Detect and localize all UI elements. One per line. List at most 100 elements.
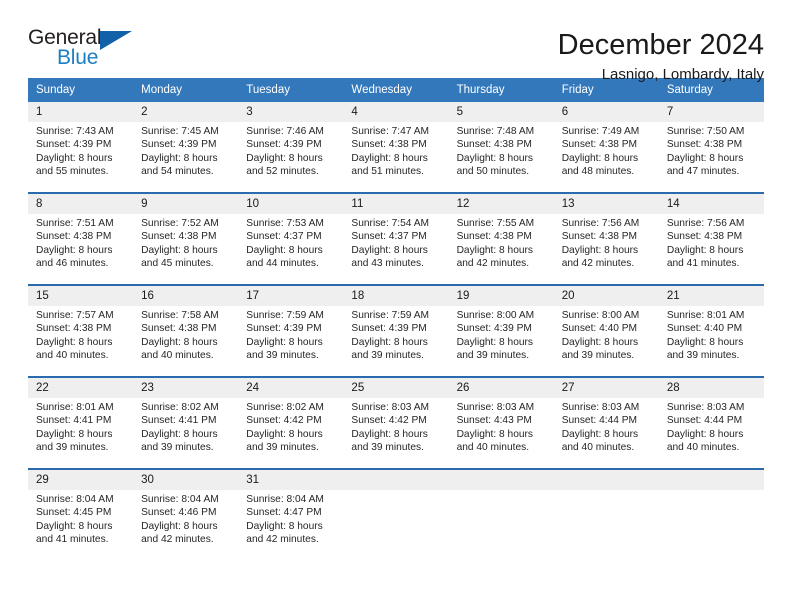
week-row: 8 Sunrise: 7:51 AM Sunset: 4:38 PM Dayli…	[28, 192, 764, 278]
day-cell[interactable]: 21 Sunrise: 8:01 AM Sunset: 4:40 PM Dayl…	[658, 286, 764, 370]
triangle-icon	[100, 31, 132, 50]
day-cell[interactable]: 17 Sunrise: 7:59 AM Sunset: 4:39 PM Dayl…	[238, 286, 344, 370]
sunset-text: Sunset: 4:42 PM	[246, 415, 322, 427]
sunrise-text: Sunrise: 7:56 AM	[561, 218, 640, 229]
day-cell[interactable]: 3 Sunrise: 7:46 AM Sunset: 4:39 PM Dayli…	[238, 102, 344, 186]
day-cell[interactable]: 20 Sunrise: 8:00 AM Sunset: 4:40 PM Dayl…	[553, 286, 659, 370]
day-number	[343, 470, 449, 490]
day-cell[interactable]: 15 Sunrise: 7:57 AM Sunset: 4:38 PM Dayl…	[28, 286, 134, 370]
sunset-text: Sunset: 4:44 PM	[561, 415, 638, 427]
day-cell[interactable]: 28 Sunrise: 8:03 AM Sunset: 4:44 PM Dayl…	[658, 378, 764, 462]
daylight-text-line1: Daylight: 8 hours	[351, 244, 428, 256]
day-cell[interactable]: 1 Sunrise: 7:43 AM Sunset: 4:39 PM Dayli…	[28, 102, 134, 186]
sunset-text: Sunset: 4:45 PM	[36, 507, 112, 519]
day-number: 25	[343, 378, 449, 398]
week-row: 15 Sunrise: 7:57 AM Sunset: 4:38 PM Dayl…	[28, 284, 764, 370]
day-cell[interactable]: 23 Sunrise: 8:02 AM Sunset: 4:41 PM Dayl…	[133, 378, 239, 462]
sunrise-text: Sunrise: 7:53 AM	[246, 218, 324, 229]
day-number: 10	[238, 194, 344, 214]
day-cell[interactable]: 11 Sunrise: 7:54 AM Sunset: 4:37 PM Dayl…	[343, 194, 449, 278]
calendar-page: General Blue December 2024 Lasnigo, Lomb…	[0, 0, 792, 612]
sunrise-text: Sunrise: 8:01 AM	[666, 310, 745, 321]
day-cell[interactable]: 22 Sunrise: 8:01 AM Sunset: 4:41 PM Dayl…	[28, 378, 134, 462]
day-info	[659, 490, 764, 493]
daylight-text-line1: Daylight: 8 hours	[36, 152, 113, 164]
day-cell-empty	[448, 470, 554, 554]
sunset-text: Sunset: 4:38 PM	[456, 231, 532, 243]
sunrise-text: Sunrise: 7:48 AM	[456, 126, 535, 137]
day-cell[interactable]: 24 Sunrise: 8:02 AM Sunset: 4:42 PM Dayl…	[238, 378, 344, 462]
day-cell[interactable]: 27 Sunrise: 8:03 AM Sunset: 4:44 PM Dayl…	[553, 378, 659, 462]
daylight-text-line1: Daylight: 8 hours	[351, 152, 428, 164]
sunset-text: Sunset: 4:41 PM	[141, 415, 217, 427]
sunrise-text: Sunrise: 8:03 AM	[351, 402, 430, 413]
day-number: 22	[28, 378, 134, 398]
day-info: Sunrise: 7:55 AM Sunset: 4:38 PM Dayligh…	[449, 214, 554, 271]
day-cell[interactable]: 14 Sunrise: 7:56 AM Sunset: 4:38 PM Dayl…	[658, 194, 764, 278]
daylight-text-line1: Daylight: 8 hours	[666, 152, 744, 164]
daylight-text-line2: and 45 minutes.	[141, 258, 214, 270]
daylight-text-line2: and 46 minutes.	[36, 258, 109, 270]
daylight-text-line1: Daylight: 8 hours	[36, 428, 113, 440]
day-number: 12	[448, 194, 554, 214]
daylight-text-line1: Daylight: 8 hours	[561, 152, 639, 164]
daylight-text-line1: Daylight: 8 hours	[666, 244, 744, 256]
day-info: Sunrise: 7:53 AM Sunset: 4:37 PM Dayligh…	[238, 214, 343, 271]
day-info: Sunrise: 8:04 AM Sunset: 4:47 PM Dayligh…	[238, 490, 343, 547]
day-cell[interactable]: 2 Sunrise: 7:45 AM Sunset: 4:39 PM Dayli…	[133, 102, 239, 186]
sunset-text: Sunset: 4:38 PM	[456, 139, 532, 151]
day-cell[interactable]: 12 Sunrise: 7:55 AM Sunset: 4:38 PM Dayl…	[448, 194, 554, 278]
day-info: Sunrise: 7:56 AM Sunset: 4:38 PM Dayligh…	[659, 214, 764, 271]
daylight-text-line2: and 42 minutes.	[246, 534, 319, 546]
day-number: 19	[448, 286, 554, 306]
sunset-text: Sunset: 4:44 PM	[666, 415, 743, 427]
day-info: Sunrise: 8:03 AM Sunset: 4:43 PM Dayligh…	[449, 398, 554, 455]
day-cell[interactable]: 8 Sunrise: 7:51 AM Sunset: 4:38 PM Dayli…	[28, 194, 134, 278]
day-cell[interactable]: 10 Sunrise: 7:53 AM Sunset: 4:37 PM Dayl…	[238, 194, 344, 278]
weekday-header-sunday: Sunday	[36, 84, 76, 96]
daylight-text-line2: and 40 minutes.	[666, 442, 740, 454]
day-cell[interactable]: 4 Sunrise: 7:47 AM Sunset: 4:38 PM Dayli…	[343, 102, 449, 186]
day-cell[interactable]: 19 Sunrise: 8:00 AM Sunset: 4:39 PM Dayl…	[448, 286, 554, 370]
page-title: December 2024	[557, 29, 764, 61]
day-cell[interactable]: 16 Sunrise: 7:58 AM Sunset: 4:38 PM Dayl…	[133, 286, 239, 370]
sunrise-text: Sunrise: 7:49 AM	[561, 126, 640, 137]
daylight-text-line1: Daylight: 8 hours	[141, 520, 218, 532]
day-info: Sunrise: 7:50 AM Sunset: 4:38 PM Dayligh…	[659, 122, 764, 179]
day-cell[interactable]: 31 Sunrise: 8:04 AM Sunset: 4:47 PM Dayl…	[238, 470, 344, 554]
day-number: 8	[28, 194, 134, 214]
day-number	[658, 470, 764, 490]
day-cell[interactable]: 9 Sunrise: 7:52 AM Sunset: 4:38 PM Dayli…	[133, 194, 239, 278]
day-cell[interactable]: 25 Sunrise: 8:03 AM Sunset: 4:42 PM Dayl…	[343, 378, 449, 462]
week-row: 29 Sunrise: 8:04 AM Sunset: 4:45 PM Dayl…	[28, 468, 764, 554]
daylight-text-line1: Daylight: 8 hours	[141, 244, 218, 256]
sunset-text: Sunset: 4:38 PM	[141, 323, 217, 335]
daylight-text-line1: Daylight: 8 hours	[246, 520, 323, 532]
day-cell[interactable]: 5 Sunrise: 7:48 AM Sunset: 4:38 PM Dayli…	[448, 102, 554, 186]
daylight-text-line2: and 48 minutes.	[561, 166, 635, 178]
daylight-text-line2: and 54 minutes.	[141, 166, 214, 178]
sunrise-text: Sunrise: 8:02 AM	[141, 402, 219, 413]
day-number: 27	[553, 378, 659, 398]
day-cell[interactable]: 26 Sunrise: 8:03 AM Sunset: 4:43 PM Dayl…	[448, 378, 554, 462]
day-cell[interactable]: 13 Sunrise: 7:56 AM Sunset: 4:38 PM Dayl…	[553, 194, 659, 278]
day-number: 17	[238, 286, 344, 306]
day-info: Sunrise: 8:02 AM Sunset: 4:42 PM Dayligh…	[238, 398, 343, 455]
daylight-text-line2: and 40 minutes.	[456, 442, 530, 454]
day-cell[interactable]: 29 Sunrise: 8:04 AM Sunset: 4:45 PM Dayl…	[28, 470, 134, 554]
day-info: Sunrise: 8:03 AM Sunset: 4:44 PM Dayligh…	[554, 398, 659, 455]
daylight-text-line1: Daylight: 8 hours	[561, 336, 639, 348]
daylight-text-line1: Daylight: 8 hours	[561, 244, 639, 256]
sunset-text: Sunset: 4:43 PM	[456, 415, 532, 427]
day-cell[interactable]: 30 Sunrise: 8:04 AM Sunset: 4:46 PM Dayl…	[133, 470, 239, 554]
day-cell[interactable]: 7 Sunrise: 7:50 AM Sunset: 4:38 PM Dayli…	[658, 102, 764, 186]
day-cell[interactable]: 6 Sunrise: 7:49 AM Sunset: 4:38 PM Dayli…	[553, 102, 659, 186]
day-number: 11	[343, 194, 449, 214]
daylight-text-line1: Daylight: 8 hours	[456, 336, 534, 348]
sunset-text: Sunset: 4:39 PM	[141, 139, 217, 151]
day-cell[interactable]: 18 Sunrise: 7:59 AM Sunset: 4:39 PM Dayl…	[343, 286, 449, 370]
day-info: Sunrise: 7:57 AM Sunset: 4:38 PM Dayligh…	[28, 306, 133, 363]
daylight-text-line2: and 39 minutes.	[666, 350, 740, 362]
day-info: Sunrise: 8:03 AM Sunset: 4:42 PM Dayligh…	[343, 398, 448, 455]
weekday-header-wednesday: Wednesday	[351, 84, 412, 96]
